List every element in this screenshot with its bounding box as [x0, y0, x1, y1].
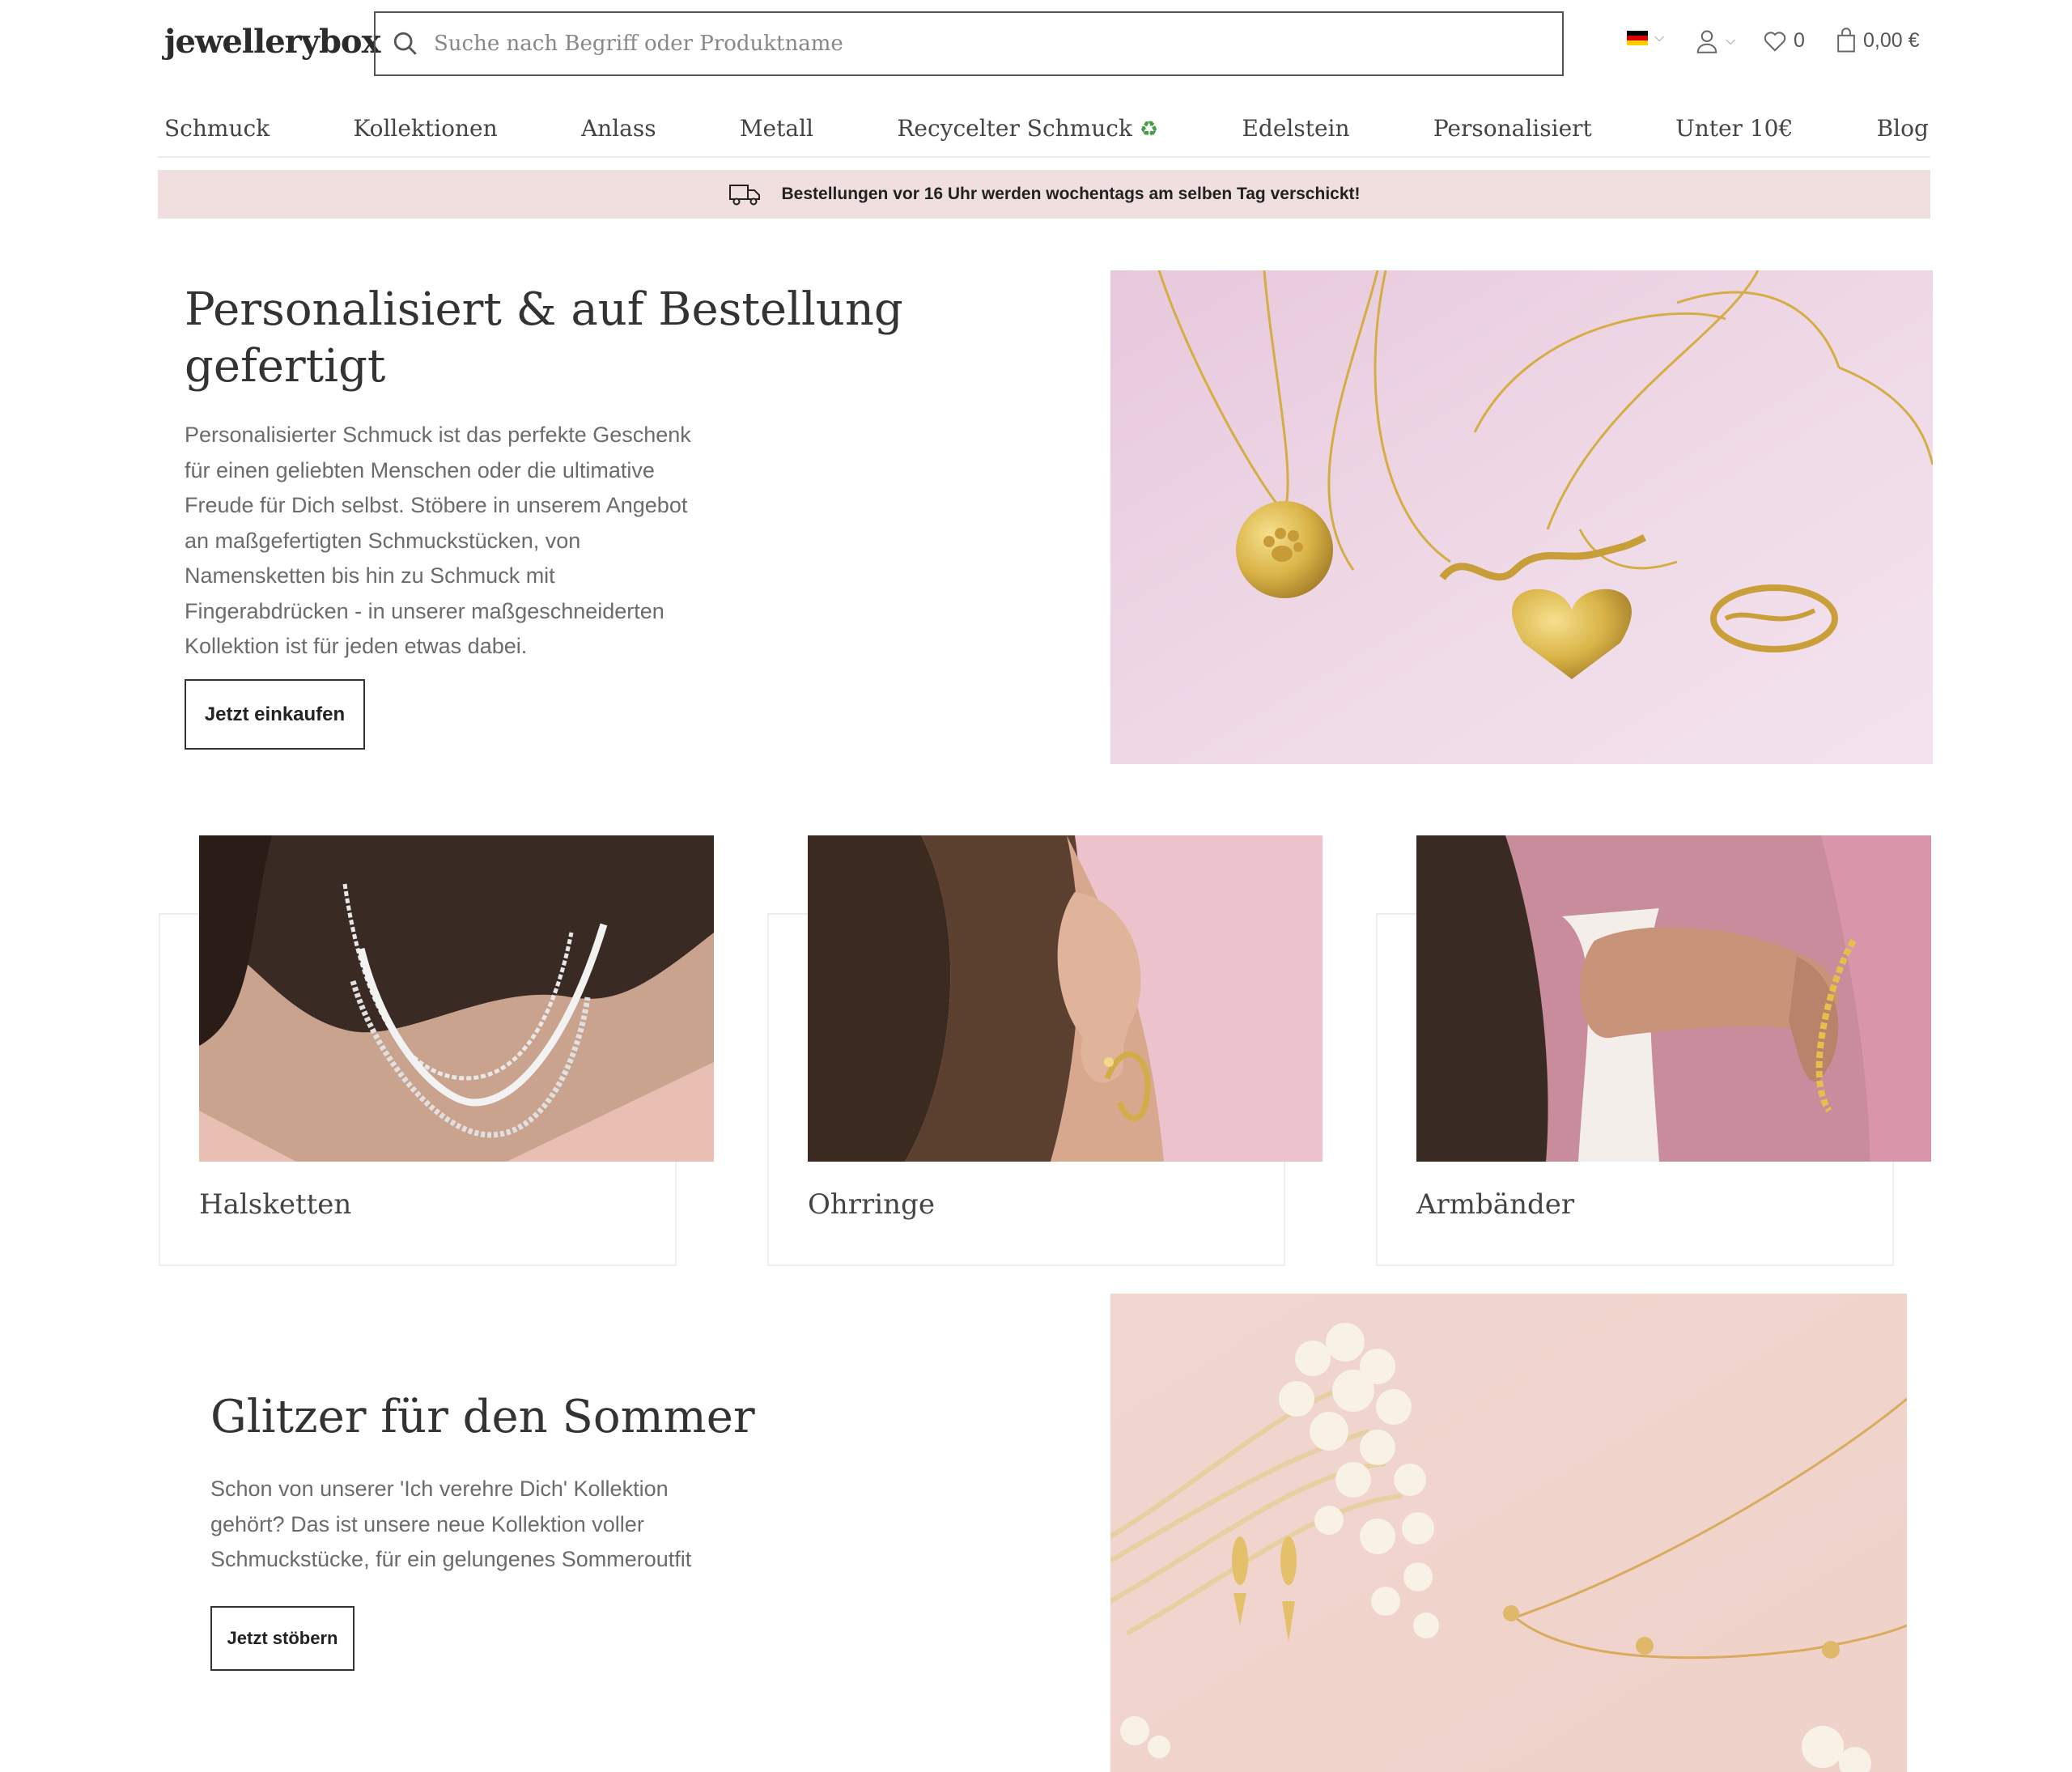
- shopping-bag-icon: [1836, 28, 1857, 53]
- search-input[interactable]: [434, 32, 1486, 56]
- wishlist-count: 0: [1794, 29, 1805, 52]
- personalized-jewellery-image[interactable]: [1110, 270, 1933, 764]
- nav-item-schmuck[interactable]: Schmuck: [164, 115, 270, 142]
- nav-item-anlass[interactable]: Anlass: [581, 115, 656, 142]
- cart-total: 0,00 €: [1863, 28, 1920, 52]
- chevron-down-icon: ⌵: [1654, 31, 1665, 45]
- nav-item-personalisiert[interactable]: Personalisiert: [1433, 115, 1592, 142]
- recycle-icon: ♻: [1139, 117, 1159, 142]
- category-label[interactable]: Armbänder: [1416, 1188, 1574, 1221]
- hero-title: Personalisiert & auf Bestellung gefertig…: [185, 283, 903, 393]
- heart-icon: [1763, 30, 1787, 53]
- hero-description: Personalisierter Schmuck ist das perfekt…: [185, 423, 691, 658]
- main-navigation: Schmuck Kollektionen Anlass Metall Recyc…: [164, 104, 1929, 152]
- nav-item-blog[interactable]: Blog: [1877, 115, 1929, 142]
- germany-flag-icon: [1627, 31, 1648, 45]
- banner-text: Bestellungen vor 16 Uhr werden wochentag…: [781, 185, 1361, 203]
- nav-divider: [158, 156, 1930, 158]
- halsketten-image[interactable]: [199, 835, 714, 1162]
- browse-now-button[interactable]: Jetzt stöbern: [210, 1606, 355, 1671]
- chevron-down-icon: ⌵: [1726, 34, 1736, 48]
- category-label[interactable]: Ohrringe: [808, 1188, 935, 1221]
- category-label[interactable]: Halsketten: [199, 1188, 351, 1221]
- nav-item-recycelter-schmuck[interactable]: Recycelter Schmuck ♻: [897, 115, 1158, 142]
- summer-description: Schon von unserer 'Ich verehre Dich' Kol…: [210, 1477, 692, 1571]
- search-icon: [392, 30, 419, 57]
- language-selector[interactable]: ⌵: [1627, 31, 1664, 45]
- nav-item-metall[interactable]: Metall: [740, 115, 813, 142]
- shop-now-button[interactable]: Jetzt einkaufen: [185, 679, 365, 750]
- user-icon: [1695, 28, 1719, 55]
- nav-item-unter-10[interactable]: Unter 10€: [1675, 115, 1793, 142]
- armbaender-image[interactable]: [1416, 835, 1931, 1162]
- logo[interactable]: jewellerybox: [164, 23, 380, 61]
- nav-item-edelstein[interactable]: Edelstein: [1242, 115, 1349, 142]
- nav-item-label: Recycelter Schmuck: [897, 114, 1132, 142]
- cart-button[interactable]: 0,00 €: [1836, 28, 1920, 53]
- summer-collection-image[interactable]: [1110, 1294, 1907, 1772]
- wishlist-button[interactable]: 0: [1763, 29, 1805, 53]
- ohrringe-image[interactable]: [808, 835, 1323, 1162]
- shipping-banner: Bestellungen vor 16 Uhr werden wochentag…: [158, 170, 1930, 219]
- account-button[interactable]: ⌵: [1695, 28, 1735, 55]
- nav-item-kollektionen[interactable]: Kollektionen: [353, 115, 497, 142]
- summer-title: Glitzer für den Sommer: [210, 1391, 755, 1443]
- truck-icon: [728, 182, 761, 206]
- search-box[interactable]: [374, 11, 1564, 76]
